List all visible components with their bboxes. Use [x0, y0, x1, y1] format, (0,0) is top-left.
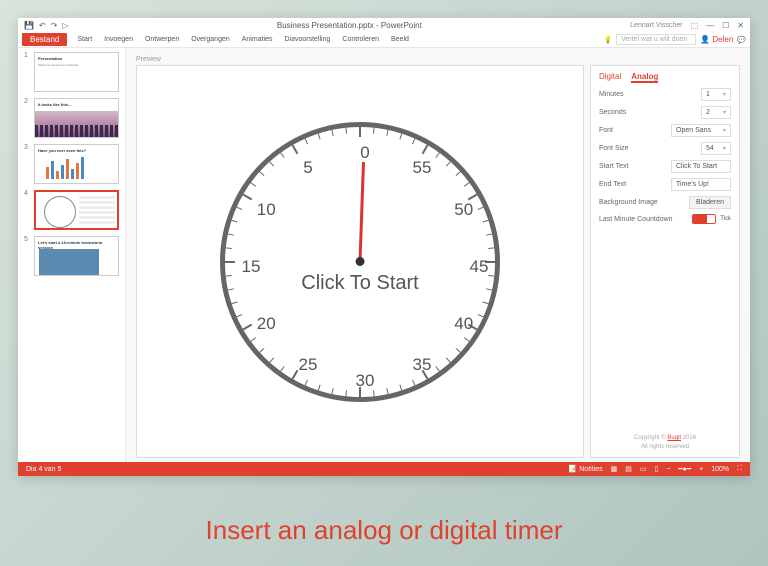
powerpoint-window: 💾 ↶ ↷ ▷ Business Presentation.pptx - Pow… [18, 18, 750, 476]
status-bar: Dia 4 van 5 📝 Notities ▦ ▤ ▭ ▯ − ━●━ + 1… [18, 462, 750, 476]
view-normal-icon[interactable]: ▦ [611, 465, 618, 473]
zoom-out-icon[interactable]: − [666, 466, 670, 473]
title-bar: 💾 ↶ ↷ ▷ Business Presentation.pptx - Pow… [18, 18, 750, 32]
slide-canvas[interactable]: 0555045403530252015105 Click To Start [136, 65, 584, 458]
fit-window-icon[interactable]: ⛶ [737, 465, 742, 473]
starttext-label: Start Text [599, 163, 667, 170]
toggle-label: Tick [720, 216, 731, 222]
tab-digital[interactable]: Digital [599, 72, 621, 83]
marketing-caption: Insert an analog or digital timer [0, 515, 768, 546]
slide-editor: Preview 0555045403530252015105 Click To … [126, 48, 750, 462]
user-name[interactable]: Lennart Visscher [630, 22, 682, 29]
comments-icon[interactable]: 💬 [737, 36, 746, 44]
zoom-slider[interactable]: ━●━ [678, 465, 691, 473]
bgimage-label: Background Image [599, 199, 685, 206]
timer-properties-panel: Digital Analog Minutes 1▾ Seconds 2▾ Fon… [590, 65, 740, 458]
share-button[interactable]: 👤 Delen [700, 35, 733, 44]
tab-design[interactable]: Ontwerpen [139, 34, 185, 45]
seconds-input[interactable]: 2▾ [701, 106, 731, 119]
countdown-toggle[interactable] [692, 214, 716, 224]
tab-start[interactable]: Start [71, 34, 98, 45]
tab-view[interactable]: Beeld [385, 34, 415, 45]
clock-center-text[interactable]: Click To Start [301, 272, 418, 295]
font-select[interactable]: Open Sans▾ [671, 124, 731, 137]
minutes-label: Minutes [599, 91, 697, 98]
fontsize-input[interactable]: 54▾ [701, 142, 731, 155]
thumbnail-4[interactable] [34, 190, 119, 230]
seconds-label: Seconds [599, 109, 697, 116]
copyright-link[interactable]: Bugit [667, 435, 681, 441]
preview-label: Preview [136, 56, 740, 63]
save-icon[interactable]: 💾 [24, 21, 34, 30]
notes-button[interactable]: 📝 Notities [569, 465, 603, 473]
slide-thumbnails: 1 Presentation Different categories worl… [18, 48, 126, 462]
file-tab[interactable]: Bestand [22, 33, 67, 46]
view-slideshow-icon[interactable]: ▯ [654, 465, 658, 473]
browse-button[interactable]: Bladeren [689, 196, 731, 209]
main-area: 1 Presentation Different categories worl… [18, 48, 750, 462]
view-reading-icon[interactable]: ▭ [640, 465, 647, 473]
tab-analog[interactable]: Analog [631, 72, 658, 83]
fontsize-label: Font Size [599, 145, 697, 152]
starttext-input[interactable]: Click To Start [671, 160, 731, 173]
tab-transitions[interactable]: Overgangen [185, 34, 236, 45]
view-sorter-icon[interactable]: ▤ [625, 465, 632, 473]
ribbon: Bestand Start Invoegen Ontwerpen Overgan… [18, 32, 750, 48]
zoom-in-icon[interactable]: + [699, 466, 703, 473]
clock-hand [359, 162, 365, 262]
undo-icon[interactable]: ↶ [39, 21, 46, 30]
tab-animations[interactable]: Animaties [236, 34, 279, 45]
tab-insert[interactable]: Invoegen [98, 34, 139, 45]
maximize-icon[interactable]: ☐ [722, 21, 729, 30]
analog-clock[interactable]: 0555045403530252015105 Click To Start [220, 122, 500, 402]
tab-slideshow[interactable]: Diavoorstelling [278, 34, 336, 45]
minutes-input[interactable]: 1▾ [701, 88, 731, 101]
panel-footer: Copyright © Bugit 2016 All rights reserv… [599, 434, 731, 451]
thumbnail-2[interactable]: It looks like this... [34, 98, 119, 138]
endtext-label: End Text [599, 181, 667, 188]
tell-me-icon: 💡 [603, 36, 612, 44]
tell-me-search[interactable]: Vertel wat u wilt doen [616, 34, 696, 45]
endtext-input[interactable]: Time's Up! [671, 178, 731, 191]
ribbon-collapse-icon[interactable]: ⬚ [691, 21, 699, 30]
font-label: Font [599, 127, 667, 134]
tab-review[interactable]: Controleren [336, 34, 385, 45]
document-title: Business Presentation.pptx - PowerPoint [69, 21, 631, 30]
close-icon[interactable]: ✕ [737, 21, 744, 30]
zoom-level[interactable]: 100% [711, 466, 729, 473]
slide-counter: Dia 4 van 5 [26, 466, 61, 473]
redo-icon[interactable]: ↷ [51, 21, 58, 30]
thumbnail-5[interactable]: Let's start a 15-minute brainstorm sessi… [34, 236, 119, 276]
thumbnail-3[interactable]: Have you ever seen this? [34, 144, 119, 184]
quick-access-toolbar: 💾 ↶ ↷ ▷ [24, 21, 69, 30]
thumbnail-1[interactable]: Presentation Different categories worldw… [34, 52, 119, 92]
countdown-label: Last Minute Countdown [599, 216, 688, 223]
minimize-icon[interactable]: — [706, 21, 714, 30]
